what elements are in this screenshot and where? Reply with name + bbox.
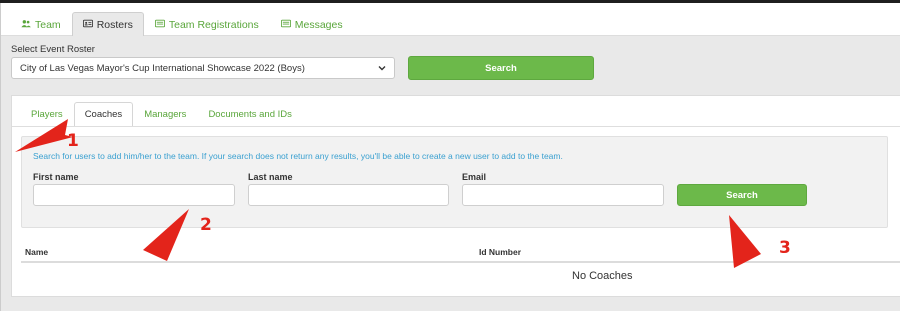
users-icon <box>21 19 31 31</box>
tab-managers[interactable]: Managers <box>133 102 197 126</box>
tab-rosters-label: Rosters <box>96 18 133 31</box>
tab-messages-label: Messages <box>294 18 343 31</box>
annotation-marker-1: 1 <box>67 131 79 151</box>
id-card-icon <box>82 19 93 31</box>
tab-players[interactable]: Players <box>20 102 74 126</box>
last-name-label: Last name <box>248 172 293 182</box>
list-icon <box>280 19 291 31</box>
annotation-marker-3: 3 <box>779 238 791 258</box>
tab-documents-and-ids[interactable]: Documents and IDs <box>197 102 302 126</box>
event-roster-selected-value: City of Las Vegas Mayor's Cup Internatio… <box>20 62 305 74</box>
tab-team-registrations[interactable]: Team Registrations <box>144 12 270 36</box>
list-icon <box>154 19 165 31</box>
email-label: Email <box>462 172 487 182</box>
tab-rosters[interactable]: Rosters <box>71 12 144 36</box>
roster-page: Team Rosters Team Registrations Messages… <box>0 3 900 311</box>
annotation-marker-2: 2 <box>200 215 212 235</box>
last-name-input[interactable] <box>248 184 449 206</box>
event-search-button[interactable]: Search <box>408 56 594 80</box>
tab-coaches[interactable]: Coaches <box>73 102 134 126</box>
tab-team[interactable]: Team <box>10 12 72 36</box>
first-name-label: First name <box>33 172 79 182</box>
tab-team-registrations-label: Team Registrations <box>168 18 259 31</box>
event-roster-label: Select Event Roster <box>11 44 95 55</box>
empty-table-message: No Coaches <box>572 270 633 282</box>
roster-panel: Players Coaches Managers Documents and I… <box>11 95 900 297</box>
main-tabs: Team Rosters Team Registrations Messages <box>10 12 354 36</box>
chevron-down-icon <box>377 63 387 73</box>
coach-search-button[interactable]: Search <box>677 184 807 206</box>
coach-search-form: Search for users to add him/her to the t… <box>21 136 888 228</box>
tab-messages[interactable]: Messages <box>270 12 354 36</box>
tab-team-label: Team <box>35 18 61 31</box>
first-name-input[interactable] <box>33 184 235 206</box>
column-name: Name <box>25 247 49 257</box>
search-hint-text: Search for users to add him/her to the t… <box>33 151 563 161</box>
sub-tabs-divider <box>12 126 900 127</box>
table-header-divider <box>21 261 900 263</box>
roster-sub-tabs: Players Coaches Managers Documents and I… <box>20 102 303 126</box>
email-input[interactable] <box>462 184 664 206</box>
event-roster-select[interactable]: City of Las Vegas Mayor's Cup Internatio… <box>11 57 395 79</box>
column-id-number: Id Number <box>479 247 522 257</box>
